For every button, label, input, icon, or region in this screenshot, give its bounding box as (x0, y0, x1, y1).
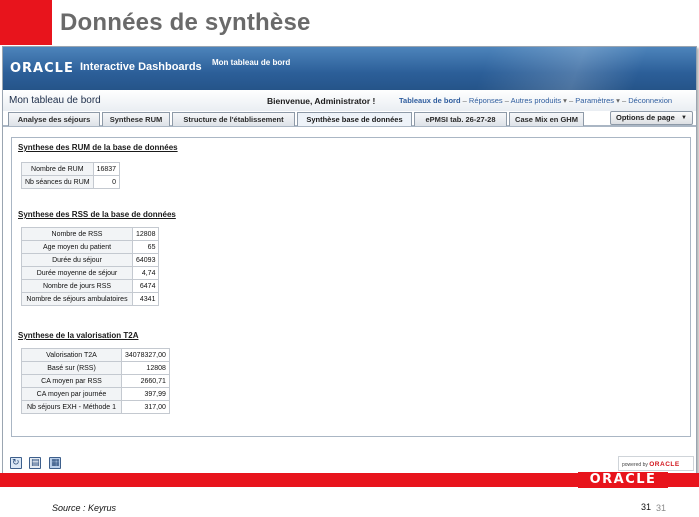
row-label: Nombre de RUM (21, 162, 94, 176)
tab-synthese-base-donnees[interactable]: Synthèse base de données (297, 112, 412, 126)
app-name: Interactive Dashboards (80, 61, 202, 73)
section-title-rss: Synthese des RSS de la base de données (18, 210, 176, 219)
logout-link[interactable]: Déconnexion (628, 96, 672, 105)
chevron-down-icon: ▾ – (563, 96, 576, 105)
row-label: Age moyen du patient (21, 240, 133, 254)
banner-decoration (396, 47, 696, 90)
table-row: Valorisation T2A 34078327,00 (21, 348, 170, 362)
row-label: Nb séjours EXH - Méthode 1 (21, 400, 122, 414)
powered-by-text: powered by (622, 462, 648, 468)
tab-case-mix[interactable]: Case Mix en GHM (509, 112, 584, 126)
row-value: 317,00 (121, 400, 170, 414)
print-glyph: ▤ (31, 457, 40, 467)
page-name: Mon tableau de bord (9, 95, 101, 106)
refresh-icon[interactable]: ↻ (10, 457, 22, 469)
row-value: 12808 (131, 227, 160, 241)
header-row: Mon tableau de bord Bienvenue, Administr… (3, 90, 696, 112)
t2a-table: Valorisation T2A 34078327,00 Basé sur (R… (21, 348, 170, 414)
dashboard-screenshot: ORACLE Interactive Dashboards Mon tablea… (2, 46, 697, 476)
page-number: 31 (641, 502, 652, 512)
table-row: Nb séances du RUM 0 (21, 175, 121, 189)
row-value: 397,99 (121, 387, 170, 401)
chevron-down-icon: ▼ (681, 115, 687, 121)
oracle-logo: ORACLE (10, 61, 74, 76)
row-label: Basé sur (RSS) (21, 361, 122, 375)
footer-oracle-logo: ORACLE (578, 472, 668, 488)
row-label: CA moyen par RSS (21, 374, 122, 388)
row-value: 0 (92, 175, 121, 189)
table-row: Nombre de jours RSS 6474 (21, 279, 160, 293)
tab-analyse-sejours[interactable]: Analyse des séjours (8, 112, 100, 126)
row-value: 34078327,00 (121, 348, 170, 362)
row-value: 12808 (121, 361, 170, 375)
row-value: 6474 (131, 279, 160, 293)
export-icon[interactable]: ▦ (49, 457, 61, 469)
tab-epmsi[interactable]: ePMSI tab. 26-27-28 (414, 112, 507, 126)
row-label: Valorisation T2A (21, 348, 122, 362)
slide-title: Données de synthèse (60, 9, 311, 36)
tab-synthese-rum[interactable]: Synthese RUM (102, 112, 170, 126)
welcome-text: Bienvenue, Administrator ! (267, 96, 376, 106)
tab-structure-etablissement[interactable]: Structure de l'établissement (172, 112, 295, 126)
powered-by-brand: ORACLE (649, 461, 680, 468)
page-number-secondary: 31 (656, 503, 667, 513)
row-value: 4,74 (131, 266, 160, 280)
table-row: Nombre de RUM 16837 (21, 162, 121, 176)
page-options-label: Options de page (616, 113, 675, 122)
dashboard-link[interactable]: Mon tableau de bord (212, 58, 290, 67)
row-label: Nb séances du RUM (21, 175, 94, 189)
powered-by-badge: powered by ORACLE (618, 456, 694, 471)
row-value: 4341 (131, 292, 160, 306)
table-row: CA moyen par journée 397,99 (21, 387, 170, 401)
table-row: Nombre de RSS 12808 (21, 227, 160, 241)
row-label: CA moyen par journée (21, 387, 122, 401)
row-label: Durée moyenne de séjour (21, 266, 133, 280)
responses-link[interactable]: Réponses (469, 96, 503, 105)
other-products-link[interactable]: Autres produits (511, 96, 561, 105)
top-links: Tableaux de bord – Réponses – Autres pro… (399, 96, 672, 105)
table-row: Basé sur (RSS) 12808 (21, 361, 170, 375)
row-label: Nombre de jours RSS (21, 279, 133, 293)
row-value: 64093 (131, 253, 160, 267)
section-title-rum: Synthese des RUM de la base de données (18, 143, 178, 152)
row-label: Nombre de séjours ambulatoires (21, 292, 133, 306)
page-options-button[interactable]: Options de page ▼ (610, 111, 693, 125)
settings-link[interactable]: Paramètres (575, 96, 614, 105)
row-label: Nombre de RSS (21, 227, 133, 241)
table-row: Durée du séjour 64093 (21, 253, 160, 267)
chevron-down-icon: ▾ – (616, 96, 629, 105)
dashboards-link[interactable]: Tableaux de bord (399, 96, 461, 105)
print-icon[interactable]: ▤ (29, 457, 41, 469)
row-value: 65 (131, 240, 160, 254)
table-row: CA moyen par RSS 2660,71 (21, 374, 170, 388)
table-row: Nombre de séjours ambulatoires 4341 (21, 292, 160, 306)
content-panel: Synthese des RUM de la base de données N… (11, 137, 691, 437)
row-value: 2660,71 (121, 374, 170, 388)
row-value: 16837 (92, 162, 121, 176)
rss-table: Nombre de RSS 12808 Age moyen du patient… (21, 227, 160, 306)
source-note: Source : Keyrus (52, 503, 117, 513)
refresh-glyph: ↻ (12, 457, 20, 467)
slide-red-block (0, 0, 52, 45)
table-row: Nb séjours EXH - Méthode 1 317,00 (21, 400, 170, 414)
tab-bar: Analyse des séjours Synthese RUM Structu… (3, 111, 696, 127)
table-row: Durée moyenne de séjour 4,74 (21, 266, 160, 280)
export-glyph: ▦ (51, 457, 60, 467)
table-row: Age moyen du patient 65 (21, 240, 160, 254)
row-label: Durée du séjour (21, 253, 133, 267)
rum-table: Nombre de RUM 16837 Nb séances du RUM 0 (21, 162, 121, 189)
app-banner: ORACLE Interactive Dashboards Mon tablea… (3, 47, 696, 90)
section-title-t2a: Synthese de la valorisation T2A (18, 331, 139, 340)
